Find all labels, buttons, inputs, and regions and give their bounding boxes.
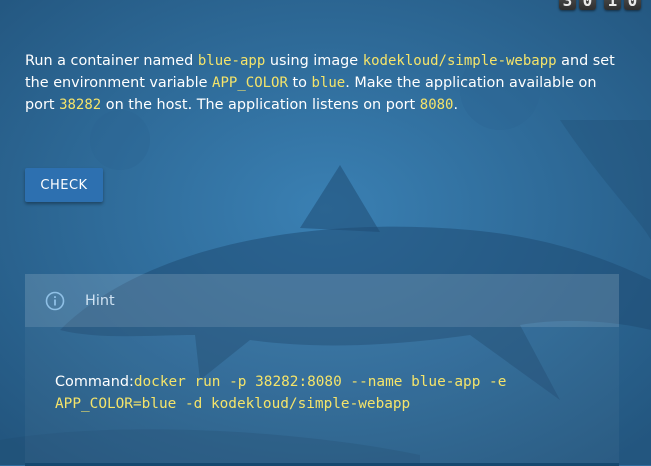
timer-digit: 3	[559, 0, 576, 10]
hint-toggle[interactable]: Hint	[25, 274, 619, 327]
task-text: .	[453, 97, 459, 113]
task-text: on the host. The application listens on …	[101, 97, 420, 113]
host-port-code: 38282	[59, 97, 102, 113]
env-value-code: blue	[311, 75, 346, 91]
app-port-code: 8080	[419, 97, 454, 113]
hint-content: Command:docker run -p 38282:8080 --name …	[25, 327, 619, 466]
image-name-code: kodekloud/simple-webapp	[362, 53, 557, 69]
timer-digit: 0	[579, 0, 596, 10]
countdown-timer: 3 0 1 0	[559, 0, 641, 10]
hint-command: Command:docker run -p 38282:8080 --name …	[55, 371, 575, 415]
task-text: Run a container named	[25, 53, 198, 69]
timer-seconds: 1 0	[604, 0, 641, 10]
timer-digit: 1	[604, 0, 621, 10]
timer-digit: 0	[624, 0, 641, 10]
task-text: to	[287, 75, 312, 91]
env-var-code: APP_COLOR	[212, 75, 288, 91]
command-label: Command	[55, 374, 129, 390]
container-name-code: blue-app	[197, 53, 266, 69]
check-button[interactable]: CHECK	[25, 168, 103, 202]
task-description: Run a container named blue-app using ima…	[25, 50, 615, 116]
hint-label: Hint	[85, 292, 115, 309]
info-icon	[43, 289, 67, 313]
task-text: using image	[265, 53, 363, 69]
timer-minutes: 3 0	[559, 0, 596, 10]
